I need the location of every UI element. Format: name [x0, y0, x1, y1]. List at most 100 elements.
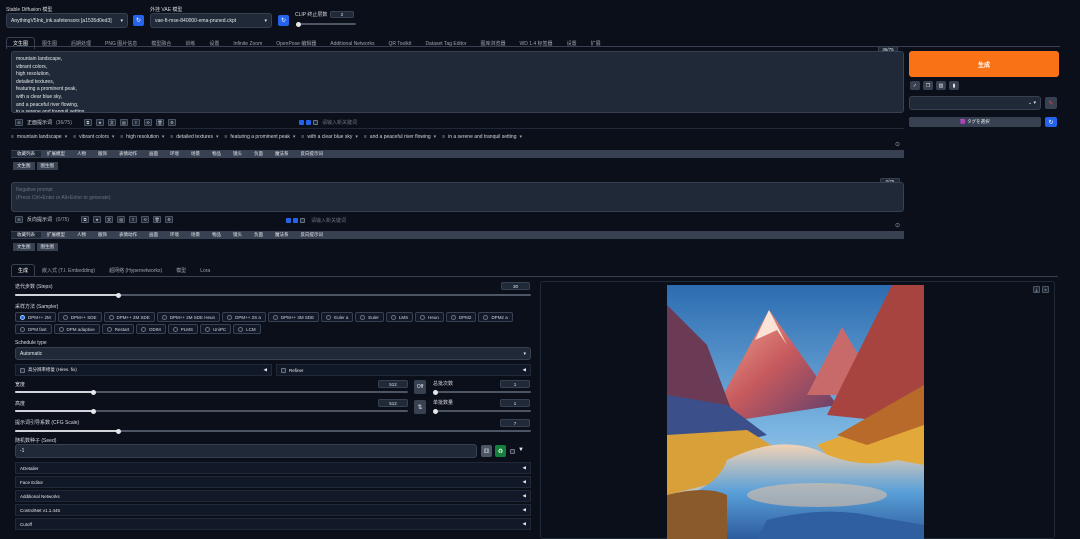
prompt-textarea[interactable]: mountain landscape, vibrant colors, high r… [11, 51, 904, 113]
sampler-option[interactable]: DPM fast [15, 324, 52, 334]
batch-size-knob[interactable] [433, 408, 438, 414]
refiner-checkbox[interactable] [281, 367, 286, 373]
prompt-token[interactable]: ≡ mountain landscape ▾ [11, 134, 67, 140]
save-icon[interactable]: ▥ [936, 81, 946, 90]
extension-accordion[interactable]: ADetailer ◀ [15, 462, 531, 474]
param-tab-0[interactable]: 生成 [11, 264, 36, 276]
brush-icon[interactable]: ✎ [1045, 97, 1057, 109]
steps-slider[interactable] [15, 292, 531, 298]
clip-value[interactable]: 2 [330, 11, 354, 18]
category-tab-1[interactable]: 扩展模型 [41, 232, 71, 238]
token-caret-icon[interactable]: ▾ [216, 134, 219, 140]
main-tab-0[interactable]: 文生图 [6, 37, 36, 49]
main-tab-7[interactable]: Infinite Zoom [226, 38, 269, 49]
category-tab-10[interactable]: 负面 [248, 151, 269, 157]
generated-image[interactable] [667, 285, 924, 539]
height-slider[interactable] [15, 408, 408, 414]
export-icon[interactable]: ⇪ [131, 119, 140, 126]
sampler-option[interactable]: DPM++ 2S a [222, 312, 266, 322]
copy-icon[interactable]: ❐ [923, 81, 933, 90]
prompt-token[interactable]: ≡ featuring a prominent peak ▾ [224, 134, 295, 140]
category-tab-0[interactable]: 收藏列表 [11, 232, 41, 238]
keyword-checkbox-2[interactable] [293, 218, 298, 223]
category-tab-3[interactable]: 服饰 [92, 151, 113, 157]
main-tab-5[interactable]: 训练 [178, 37, 202, 49]
styles-select[interactable]: ⌄ ▾ [909, 96, 1041, 110]
token-menu-icon[interactable]: ≡ [170, 134, 173, 140]
main-tab-14[interactable]: 设置 [560, 37, 584, 49]
sampler-option[interactable]: DDIM [136, 324, 166, 334]
refresh-tags-button[interactable]: ↻ [1045, 117, 1057, 127]
extension-accordion[interactable]: Additional Networks ◀ [15, 490, 531, 502]
category-tab-0[interactable]: 收藏列表 [11, 151, 41, 157]
collapse-icon[interactable]: ⊖ [15, 119, 23, 126]
category-tab-10[interactable]: 负面 [248, 232, 269, 238]
category-tab-6[interactable]: 环境 [164, 151, 185, 157]
token-caret-icon[interactable]: ▾ [520, 134, 523, 140]
main-tab-12[interactable]: 图库浏览器 [473, 37, 512, 49]
trash-icon[interactable]: 🗑 [153, 216, 162, 223]
category-tab-1[interactable]: 扩展模型 [41, 151, 71, 157]
token-caret-icon[interactable]: ▾ [293, 134, 296, 140]
negative-keyword-input[interactable]: 请输入新关键词 [311, 217, 346, 224]
swap-dimensions-button[interactable]: ⇅ [414, 400, 426, 414]
token-menu-icon[interactable]: ≡ [11, 134, 14, 140]
main-tab-6[interactable]: 设置 [202, 37, 226, 49]
clip-slider[interactable] [296, 21, 356, 27]
sampler-option[interactable]: LCM [233, 324, 261, 334]
clip-slider-knob[interactable] [296, 21, 301, 27]
paste-icon[interactable]: ▤ [117, 216, 126, 223]
copy-icon[interactable]: ⧉ [81, 216, 90, 223]
sampler-option[interactable]: Euler [355, 312, 384, 322]
trash-icon[interactable]: ▮ [949, 81, 959, 90]
sampler-option[interactable]: Restart [101, 324, 135, 334]
category-tab-11[interactable]: 魔法系 [269, 151, 295, 157]
category-tab-9[interactable]: 镜头 [227, 151, 248, 157]
main-tab-13[interactable]: WD 1.4 标签器 [513, 37, 560, 49]
sampler-option[interactable]: PLMS [167, 324, 199, 334]
category-tab-6[interactable]: 环境 [164, 232, 185, 238]
token-menu-icon[interactable]: ≡ [120, 134, 123, 140]
hires-fix-accordion[interactable]: 高分辨率修复 (Hires. fix) ◀ [15, 364, 272, 376]
sampler-option[interactable]: UniPC [200, 324, 232, 334]
sub-tab-1[interactable]: 图生图 [36, 243, 58, 251]
token-caret-icon[interactable]: ▾ [434, 134, 437, 140]
sampler-option[interactable]: DPM++ 3M SDE [267, 312, 320, 322]
main-tab-15[interactable]: 扩展 [584, 37, 608, 49]
category-tab-12[interactable]: 反向提示词 [295, 232, 330, 238]
token-caret-icon[interactable]: ▾ [65, 134, 68, 140]
download-icon[interactable]: ⤓ [1033, 286, 1040, 293]
tag-select-button[interactable]: 🟪 タグを選択 [909, 117, 1041, 127]
sub-tab-1[interactable]: 图生图 [36, 162, 58, 170]
batch-count-slider[interactable] [433, 389, 531, 395]
copy-icon[interactable]: ⧉ [83, 119, 92, 126]
star-icon[interactable]: ★ [95, 119, 104, 126]
token-caret-icon[interactable]: ▾ [112, 134, 115, 140]
category-tab-5[interactable]: 画面 [143, 151, 164, 157]
param-tab-2[interactable]: 超网络 (Hypernetworks) [102, 264, 169, 276]
refresh-checkpoint-button[interactable]: ↻ [133, 15, 144, 26]
hires-checkbox[interactable] [20, 367, 25, 373]
width-input[interactable]: 512 [378, 380, 408, 388]
batch-count-knob[interactable] [433, 389, 438, 395]
extension-accordion[interactable]: Face Editor ◀ [15, 476, 531, 488]
batch-count-input[interactable]: 1 [500, 380, 530, 388]
width-slider-knob[interactable] [91, 389, 97, 395]
keyword-checkbox-1[interactable] [299, 120, 304, 125]
sampler-option[interactable]: DPM adaptive [53, 324, 100, 334]
vae-select[interactable]: vae-ft-mse-840000-ema-pruned.ckpt ▾ [150, 13, 272, 28]
batch-size-input[interactable]: 1 [500, 399, 530, 407]
token-menu-icon[interactable]: ≡ [364, 134, 367, 140]
prompt-token[interactable]: ≡ detailed textures ▾ [170, 134, 218, 140]
token-menu-icon[interactable]: ≡ [224, 134, 227, 140]
token-menu-icon[interactable]: ≡ [301, 134, 304, 140]
star-icon[interactable]: ★ [93, 216, 102, 223]
keyword-input[interactable]: 请输入新关键词 [322, 119, 357, 126]
param-tab-1[interactable]: 嵌入式 (T.I. Embedding) [35, 264, 102, 276]
keyword-checkbox-2[interactable] [306, 120, 311, 125]
translate-icon[interactable]: 文 [105, 216, 114, 223]
negative-textarea[interactable]: Negative prompt (Press Ctrl+Enter or Alt… [11, 182, 904, 212]
generate-button[interactable]: 生成 [909, 51, 1059, 77]
sub-tab-0[interactable]: 文生图 [13, 162, 35, 170]
prompt-token[interactable]: ≡ and a peaceful river flowing ▾ [364, 134, 436, 140]
